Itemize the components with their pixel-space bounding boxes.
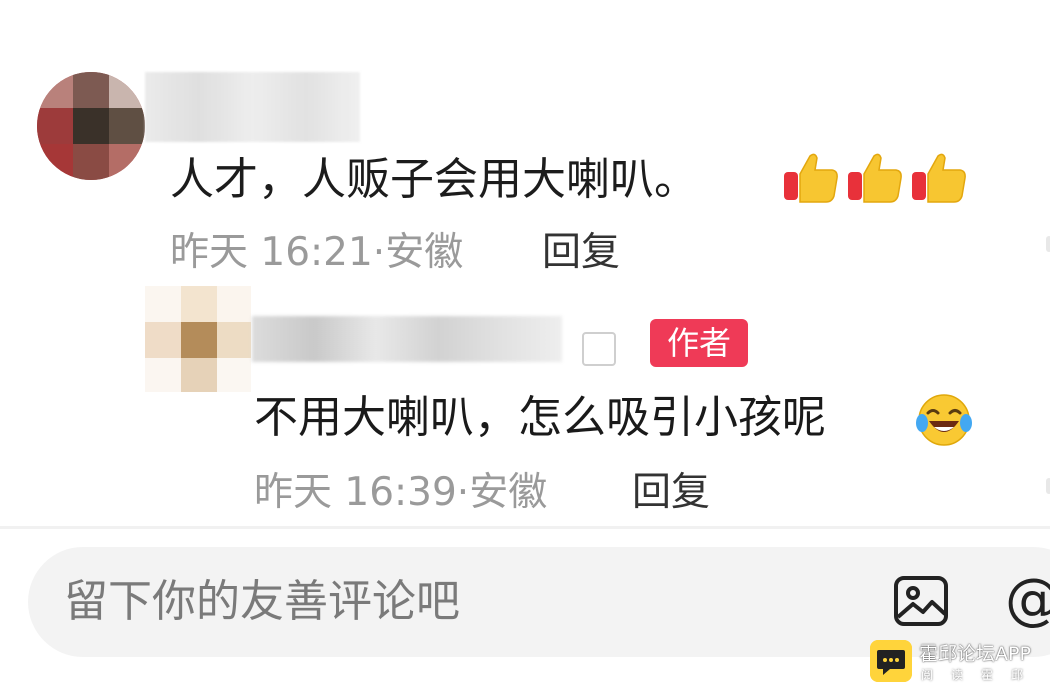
watermark-subtitle: 阅读霍邱 <box>921 668 1042 682</box>
reply-text: 不用大喇叭，怎么吸引小孩呢 <box>254 392 826 443</box>
comment-location: 安徽 <box>385 230 464 275</box>
divider <box>0 526 1050 529</box>
at-icon[interactable]: @ <box>1005 565 1050 635</box>
comment-time: 昨天 16:21 <box>170 230 373 275</box>
meta-separator: · <box>456 470 470 515</box>
reply-button[interactable]: 回复 <box>542 228 620 278</box>
thumbs-up-icon <box>912 153 966 203</box>
comment-thread: 人才，人贩子会用大喇叭。 昨天 16:21·安徽 回复 作者 不用大喇叭，怎么吸… <box>0 0 1050 528</box>
meta-separator: · <box>372 230 386 275</box>
reply-button[interactable]: 回复 <box>632 468 710 518</box>
avatar[interactable] <box>37 72 145 180</box>
reply-time: 昨天 16:39 <box>254 470 457 515</box>
reply-meta: 昨天 16:39·安徽 <box>254 468 547 518</box>
username-blurred[interactable] <box>145 72 360 142</box>
comment-text: 人才，人贩子会用大喇叭。 <box>170 154 698 205</box>
avatar[interactable] <box>145 286 251 392</box>
edge-indicator <box>1046 478 1050 494</box>
reply-location: 安徽 <box>469 470 548 515</box>
checkbox-icon <box>582 332 616 366</box>
thumbs-up-icon <box>848 153 902 203</box>
watermark-title: 霍邱论坛APP <box>919 643 1031 665</box>
author-badge: 作者 <box>650 319 748 367</box>
image-icon[interactable] <box>893 573 949 629</box>
thumbs-up-icon <box>784 153 838 203</box>
edge-indicator <box>1046 236 1050 252</box>
comment-input-placeholder[interactable]: 留下你的友善评论吧 <box>64 572 460 632</box>
reaction-emojis <box>782 148 968 206</box>
forum-logo-icon <box>870 640 912 682</box>
username-blurred[interactable] <box>252 316 562 362</box>
comment-meta: 昨天 16:21·安徽 <box>170 228 463 278</box>
laughing-tears-icon <box>916 394 972 446</box>
